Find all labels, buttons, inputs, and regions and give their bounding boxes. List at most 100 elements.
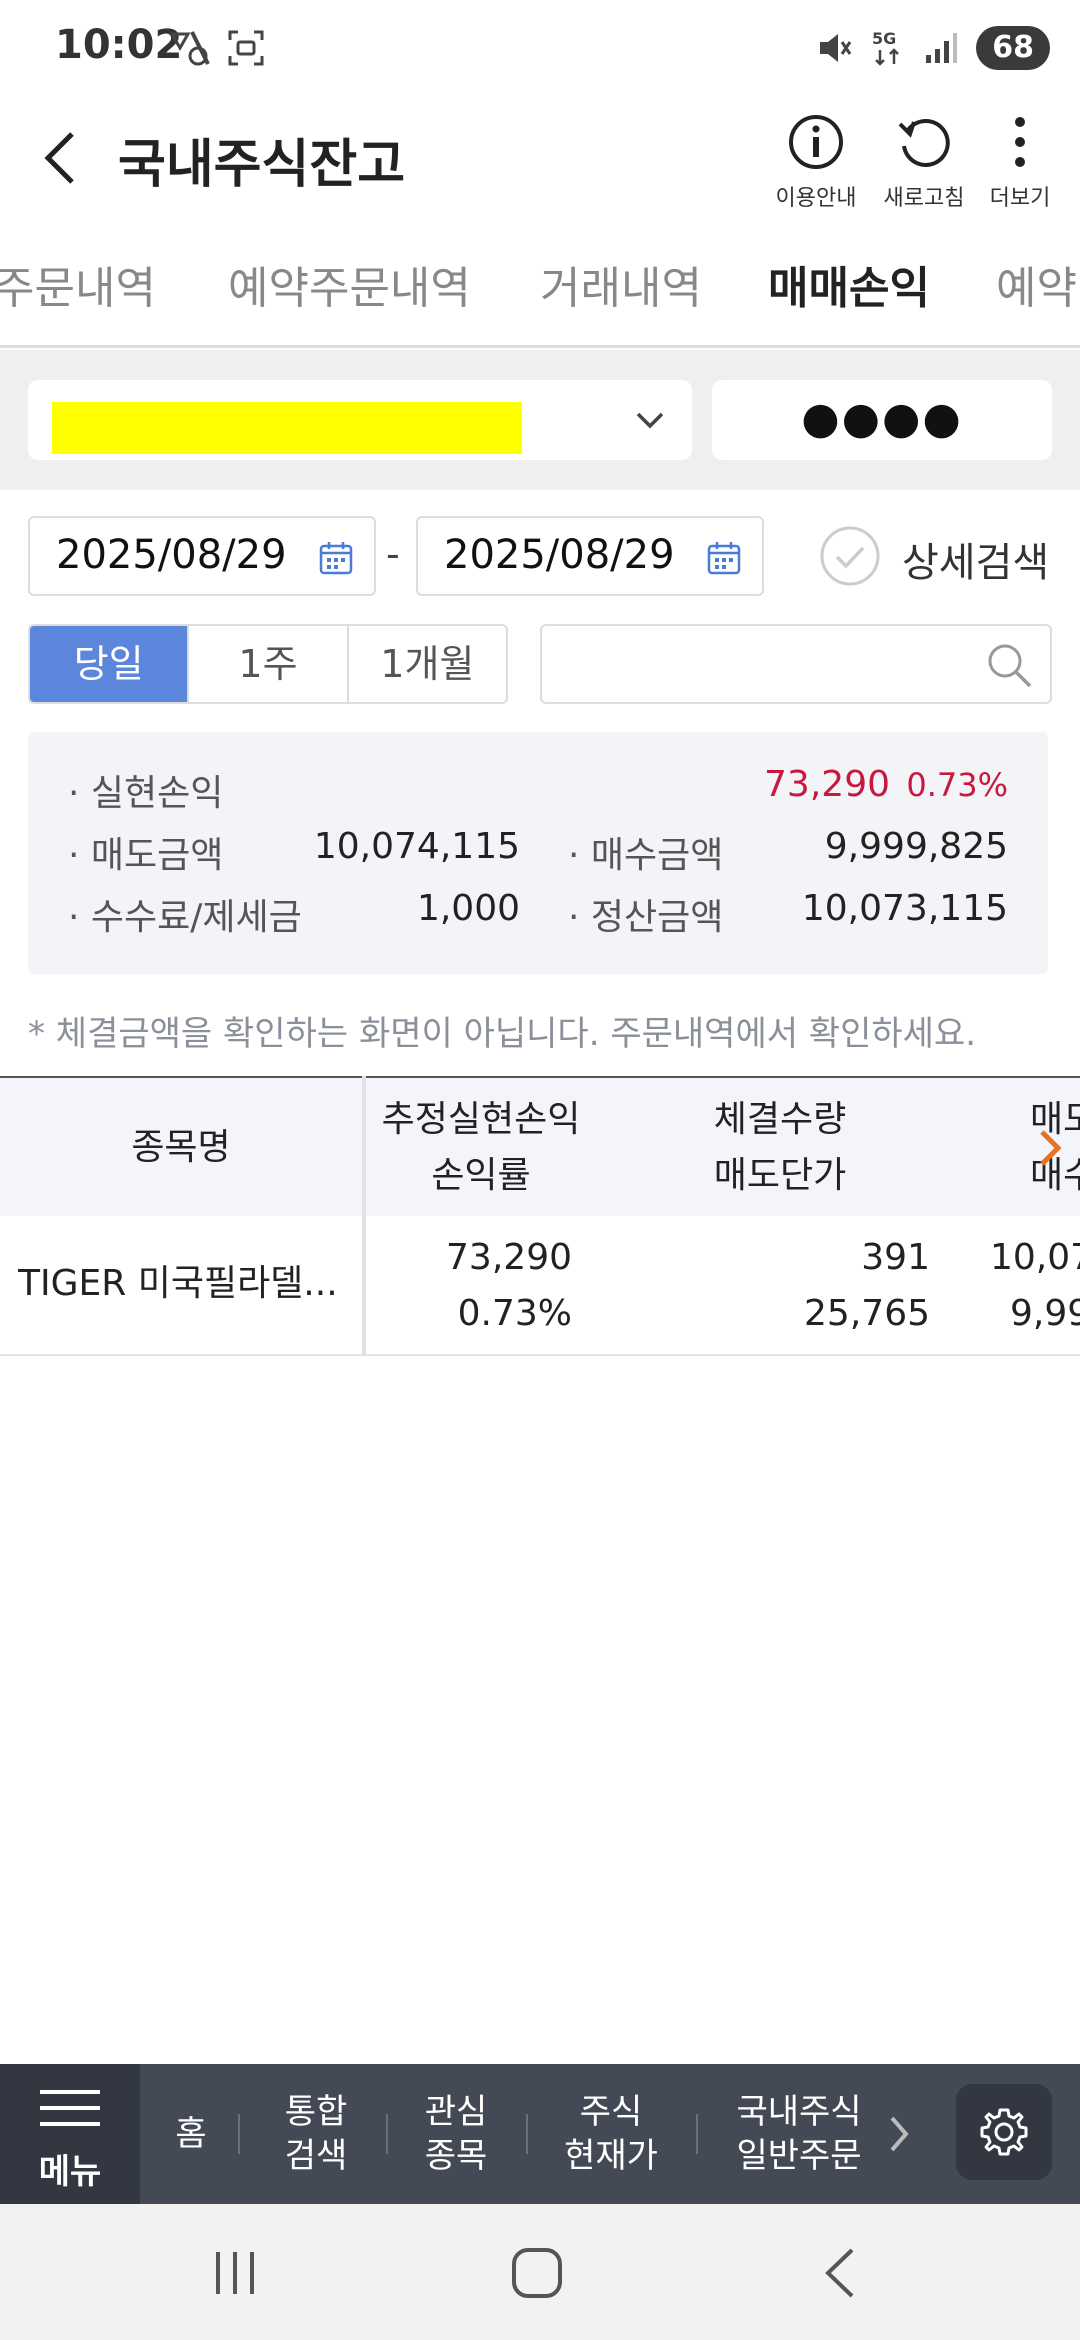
col-sell-price: 매도단가 (713, 1155, 847, 1196)
calendar-icon (707, 542, 741, 575)
status-bar: 10:02 5G 68 (0, 0, 1080, 100)
nav-stock-price[interactable]: 주식 현재가 (526, 2064, 696, 2204)
period-row: 당일 1주 1개월 (0, 624, 1080, 704)
tab-trading-pl[interactable]: 매매손익 (768, 252, 930, 345)
realized-pl-row: · 실현손익 73,290 0.73% (28, 764, 1048, 814)
menu-button[interactable]: 메뉴 (0, 2064, 140, 2204)
calendar-icon (319, 542, 353, 575)
table-header: 종목명 추정실현손익 손익률 체결수량 매도단가 매도 매수 (0, 1076, 1080, 1216)
status-left-icons (168, 28, 266, 68)
date-separator: - (386, 532, 400, 576)
refresh-label: 새로고침 (883, 186, 965, 211)
account-number-redacted (52, 402, 522, 454)
refresh-button[interactable]: 새로고침 (876, 112, 972, 212)
realized-pl-label: · 실현손익 (68, 773, 224, 814)
more-label: 더보기 (989, 186, 1051, 211)
password-field[interactable]: ●●●● (712, 380, 1052, 460)
buy-amount-value: 9,999,825 (824, 826, 1008, 867)
fee-tax-label: · 수수료/제세금 (68, 897, 302, 938)
sell-amount-label: · 매도금액 (68, 835, 224, 876)
tab-bar: 주문내역 예약주문내역 거래내역 매매손익 예약 (0, 240, 1080, 348)
period-1week-button[interactable]: 1주 (189, 626, 349, 702)
menu-label: 메뉴 (38, 2152, 102, 2192)
start-date-field[interactable]: 2025/08/29 (28, 516, 376, 596)
info-button[interactable]: 이용안내 (768, 112, 864, 212)
system-nav-bar (0, 2204, 1080, 2340)
tab-order-history[interactable]: 주문내역 (0, 252, 156, 345)
nav-divider (238, 2114, 240, 2154)
recent-apps-icon[interactable] (210, 2248, 260, 2298)
sell-buy-row: · 매도금액 10,074,115 · 매수금액 9,999,825 (28, 826, 1048, 876)
settlement-value: 10,073,115 (801, 888, 1008, 929)
detail-search-label[interactable]: 상세검색 (902, 530, 1049, 588)
end-date-field[interactable]: 2025/08/29 (416, 516, 764, 596)
screenshot-icon (228, 30, 264, 66)
col-pl-rate: 손익률 (431, 1155, 531, 1196)
period-segment: 당일 1주 1개월 (28, 624, 508, 704)
account-bar: ●●●● (0, 350, 1080, 490)
notice-text: * 체결금액을 확인하는 화면이 아닙니다. 주문내역에서 확인하세요. (28, 1014, 977, 1054)
tab-reserved-orders[interactable]: 예약주문내역 (228, 252, 471, 345)
table-row[interactable]: TIGER 미국필라델... 73,290 0.73% 391 25,765 1… (0, 1216, 1080, 1356)
detail-search-checkbox[interactable] (818, 524, 882, 588)
fee-settle-row: · 수수료/제세금 1,000 · 정산금액 10,073,115 (28, 888, 1048, 938)
settings-button[interactable] (956, 2084, 1052, 2180)
call-forward-icon (169, 31, 210, 66)
hamburger-icon (40, 2090, 100, 2126)
status-time: 10:02 (55, 22, 183, 68)
chevron-left-icon (44, 132, 74, 184)
end-date-text: 2025/08/29 (444, 532, 675, 578)
mute-icon (820, 34, 852, 62)
info-icon (789, 115, 843, 169)
realized-pl-value: 73,290 (764, 764, 890, 805)
col-est-pl: 추정실현손익 (381, 1099, 581, 1140)
search-icon[interactable] (984, 640, 1034, 690)
more-vertical-icon (1015, 117, 1025, 167)
bottom-app-nav: 메뉴 홈 통합 검색 관심 종목 주식 현재가 국내주식 일반주문 (0, 2064, 1080, 2204)
row-stock-name: TIGER 미국필라델... (18, 1263, 338, 1304)
pl-summary: · 실현손익 73,290 0.73% · 매도금액 10,074,115 · … (28, 732, 1048, 974)
row-sell-amount: 10,07 (990, 1237, 1080, 1278)
fee-tax-value: 1,000 (416, 888, 520, 929)
row-buy-amount: 9,99 (1010, 1293, 1080, 1334)
date-range-row: 2025/08/29 - 2025/08/29 상세검색 (0, 516, 1080, 596)
period-today-button[interactable]: 당일 (30, 626, 190, 702)
nav-scroll-right-icon[interactable] (884, 2114, 914, 2154)
5g-icon: 5G (872, 29, 900, 66)
stock-search-box[interactable] (540, 624, 1052, 704)
col-stock-name: 종목명 (131, 1127, 231, 1168)
back-icon[interactable] (820, 2246, 860, 2300)
realized-pl-rate: 0.73% (906, 766, 1008, 804)
nav-watchlist[interactable]: 관심 종목 (386, 2064, 526, 2204)
row-pl-rate: 0.73% (457, 1293, 572, 1334)
period-1month-button[interactable]: 1개월 (348, 626, 506, 702)
nav-home[interactable]: 홈 (150, 2064, 232, 2204)
battery-indicator: 68 (976, 26, 1050, 70)
nav-divider (696, 2114, 698, 2154)
account-select[interactable] (28, 380, 692, 460)
col-exec-qty: 체결수량 (713, 1099, 847, 1140)
app-header: 국내주식잔고 이용안내 새로고침 더보기 (0, 100, 1080, 212)
chevron-down-icon (636, 412, 664, 429)
tab-transactions[interactable]: 거래내역 (540, 252, 702, 345)
settlement-label: · 정산금액 (568, 897, 724, 938)
nav-domestic-order[interactable]: 국내주식 일반주문 (704, 2064, 894, 2204)
page-title: 국내주식잔고 (118, 135, 406, 195)
row-sell-price: 25,765 (804, 1293, 930, 1334)
signal-icon (926, 33, 958, 63)
row-exec-qty: 391 (861, 1237, 930, 1278)
back-button[interactable] (40, 128, 90, 188)
scroll-right-icon[interactable] (1036, 1128, 1066, 1168)
start-date-text: 2025/08/29 (56, 532, 287, 578)
more-button[interactable]: 더보기 (972, 112, 1068, 212)
info-label: 이용안내 (775, 186, 857, 211)
tab-reserved[interactable]: 예약 (996, 252, 1077, 345)
stock-search-input[interactable] (552, 636, 972, 692)
svg-text:5G: 5G (872, 29, 896, 48)
row-est-pl: 73,290 (446, 1237, 572, 1278)
nav-integrated-search[interactable]: 통합 검색 (246, 2064, 386, 2204)
refresh-icon (898, 119, 950, 167)
buy-amount-label: · 매수금액 (568, 835, 724, 876)
home-icon[interactable] (510, 2246, 564, 2300)
sell-amount-value: 10,074,115 (313, 826, 520, 867)
